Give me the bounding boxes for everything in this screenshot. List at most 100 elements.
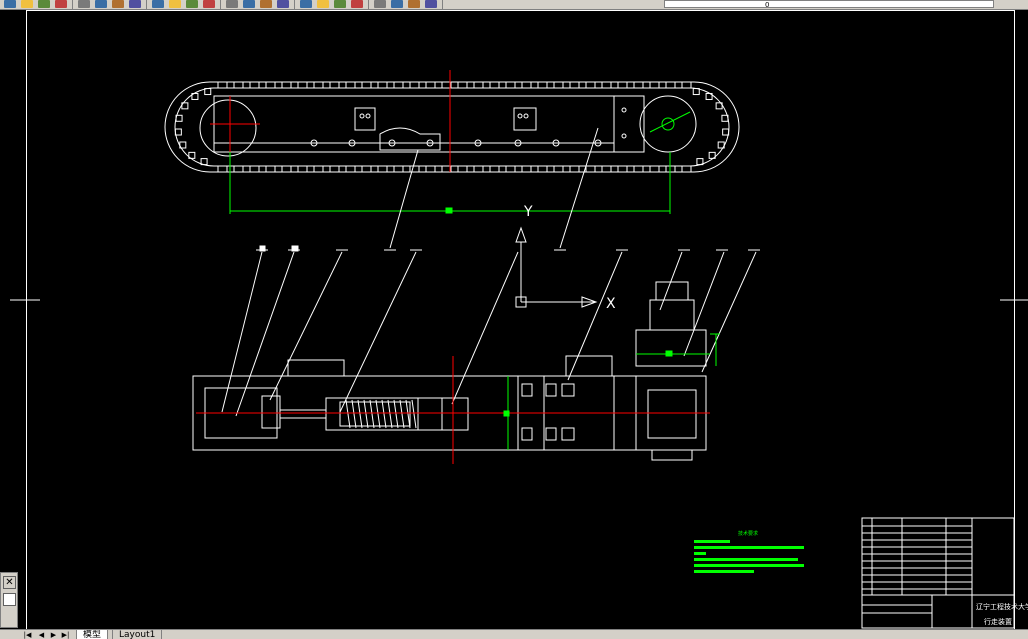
spring-turn (363, 399, 369, 429)
track-link (345, 81, 356, 89)
title-block-part: 行走装置 (984, 617, 1012, 626)
track-link (297, 165, 308, 173)
ucs-toolbar: ✕ (0, 572, 18, 628)
track-link (601, 81, 612, 89)
spring-coil (345, 399, 417, 429)
track-link (722, 128, 730, 136)
track-link (313, 81, 324, 89)
spring-turn (405, 399, 411, 429)
track-link (505, 81, 516, 89)
track-link (345, 165, 356, 173)
title-block-school: 辽宁工程技术大学 (976, 602, 1028, 611)
track-link (361, 81, 372, 89)
drawing-canvas[interactable]: Y X 技术要求 辽宁工程技术大学 行走装置 (0, 0, 1028, 638)
track-link (489, 165, 500, 173)
track-link (617, 165, 628, 173)
spring-turn (357, 399, 363, 429)
ucs-icon (515, 226, 598, 308)
leader-lines (221, 251, 757, 417)
frame-bolt (359, 113, 365, 119)
track-link (281, 165, 292, 173)
track-link (473, 165, 484, 173)
track-link (537, 165, 548, 173)
track-link (457, 165, 468, 173)
track-link (505, 165, 516, 173)
track-link (473, 81, 484, 89)
track-link (249, 81, 260, 89)
track-link (217, 165, 228, 173)
track-link (329, 165, 340, 173)
spring-turn (345, 399, 351, 429)
spring-turn (375, 399, 381, 429)
track-link (361, 165, 372, 173)
frame-bolt (621, 107, 627, 113)
track-link (217, 81, 228, 89)
track-link (681, 81, 692, 89)
track-link (601, 165, 612, 173)
spring-turn (381, 399, 387, 429)
dimension-plan (503, 333, 720, 450)
spring-turn (369, 399, 375, 429)
track-link (569, 165, 580, 173)
tech-req-title: 技术要求 (738, 530, 758, 537)
track-link (692, 88, 700, 96)
sprocket-radius (649, 111, 691, 133)
part-balloons (256, 245, 760, 252)
spring-turn (411, 399, 417, 429)
track-link (489, 81, 500, 89)
properties-icon[interactable] (3, 593, 16, 606)
spring-turn (351, 399, 357, 429)
track-link (585, 81, 596, 89)
track-link (249, 165, 260, 173)
track-link (681, 165, 692, 173)
track-link (377, 81, 388, 89)
track-link (585, 165, 596, 173)
track-link (721, 114, 729, 122)
track-link (537, 81, 548, 89)
track-link (233, 165, 244, 173)
frame-bolt (365, 113, 371, 119)
track-link (553, 81, 564, 89)
track-link (521, 81, 532, 89)
leader-6 (559, 127, 599, 249)
track-link (617, 81, 628, 89)
track-link (409, 165, 420, 173)
track-link (649, 165, 660, 173)
frame-bolt (621, 133, 627, 139)
track-link (393, 165, 404, 173)
frame-bolt (523, 113, 529, 119)
track-link (457, 81, 468, 89)
track-link (393, 81, 404, 89)
track-link (409, 81, 420, 89)
ucs-y-label: Y (523, 204, 533, 220)
track-side-view (164, 81, 740, 173)
track-link (633, 165, 644, 173)
bolt-row (310, 107, 627, 147)
track-link (175, 114, 183, 122)
title-block-rows (862, 525, 972, 614)
track-link (329, 81, 340, 89)
close-icon[interactable]: ✕ (3, 576, 16, 589)
ucs-x-label: X (606, 296, 616, 312)
track-link (425, 165, 436, 173)
track-link (633, 81, 644, 89)
frame-bolt (517, 113, 523, 119)
spring-turn (387, 399, 393, 429)
track-plan-view (192, 281, 707, 461)
spring-turn (393, 399, 399, 429)
track-link (297, 81, 308, 89)
track-link (204, 88, 212, 96)
track-link (265, 165, 276, 173)
track-link (553, 165, 564, 173)
spring-turn (399, 399, 405, 429)
track-link (521, 165, 532, 173)
leader-5 (389, 149, 419, 249)
track-link (377, 165, 388, 173)
track-link (649, 81, 660, 89)
track-link (665, 81, 676, 89)
track-link (569, 81, 580, 89)
track-link (281, 81, 292, 89)
title-block (861, 517, 1015, 629)
track-link (174, 128, 182, 136)
tech-req-lines (694, 540, 804, 573)
